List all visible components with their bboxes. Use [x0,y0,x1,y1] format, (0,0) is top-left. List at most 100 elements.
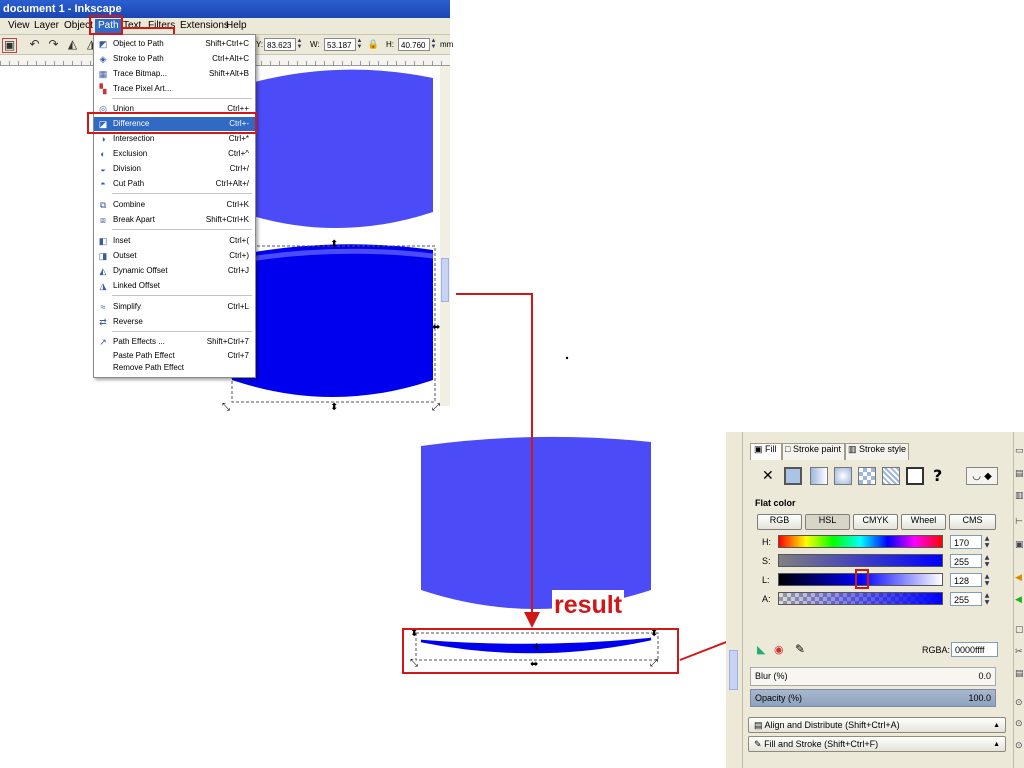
flat-color-icon[interactable] [784,467,802,485]
tab-fill-label: Fill [765,444,777,454]
alpha-value[interactable]: 255 [950,592,982,606]
zoom-drawing-icon[interactable]: ⊙ [1015,718,1024,730]
menu-item-cut-path[interactable]: ◓ Cut Path Ctrl+Alt+/ [94,177,255,191]
import-icon[interactable]: ⊢ [1015,516,1024,528]
unknown-paint-icon[interactable]: ? [933,466,942,485]
no-paint-icon[interactable]: ✕ [762,468,774,484]
menu-item-inset[interactable]: ◧ Inset Ctrl+( [94,234,255,248]
menu-item-dynamic-offset[interactable]: ◭ Dynamic Offset Ctrl+J [94,264,255,278]
object-to-path-icon: ◩ [98,39,108,49]
rgba-field[interactable]: 0000ffff [951,642,998,657]
menu-item-trace-pixel-art[interactable]: ▚ Trace Pixel Art... [94,82,255,96]
blur-slider[interactable]: Blur (%) 0.0 [750,667,996,686]
mode-wheel-button[interactable]: Wheel [901,514,946,530]
zoom-selection-icon[interactable]: ⊙ [1015,697,1024,709]
color-picker-icon[interactable]: ✎ [795,642,805,656]
stroke-paint-tab-icon: □ [785,444,791,454]
radial-gradient-icon[interactable] [834,467,852,485]
expand-icon: ▲ [993,722,1000,729]
menu-item-shortcut: Ctrl+Alt+C [212,54,249,63]
menu-item-break-apart[interactable]: ⧈ Break Apart Shift+Ctrl+K [94,213,255,227]
tab-stroke-style-label: Stroke style [859,444,907,454]
linear-gradient-icon[interactable] [810,467,828,485]
outset-icon: ◨ [98,251,108,261]
sel-handle-bottom[interactable]: ⬍ [330,402,338,413]
menu-item-linked-offset[interactable]: ◮ Linked Offset [94,279,255,293]
reverse-icon: ⇄ [99,317,107,327]
dynamic-offset-icon: ◭ [99,266,107,276]
menu-item-simplify[interactable]: ≈ Simplify Ctrl+L [94,300,255,314]
menu-item-shortcut: Ctrl+* [228,134,249,143]
menu-item-exclusion[interactable]: ◐ Exclusion Ctrl+^ [94,147,255,161]
tab-fill[interactable]: ▣ Fill [750,443,782,460]
opacity-slider[interactable]: Opacity (%) 100.0 [750,689,996,707]
menu-item-shortcut: Shift+Ctrl+7 [206,337,249,346]
hue-value[interactable]: 170 [950,535,982,549]
pattern-icon[interactable] [858,467,876,485]
lightness-value[interactable]: 128 [950,573,982,587]
menu-item-shortcut: Shift+Alt+B [208,69,249,78]
menu-item-intersection[interactable]: ◑ Intersection Ctrl+* [94,132,255,146]
opacity-value: 100.0 [968,693,991,703]
dock-scroll-thumb[interactable] [729,650,738,690]
inset-icon: ◧ [98,236,108,246]
sel-handle-bottom-left[interactable]: ⤡ [222,402,230,413]
sel-handle-top[interactable]: ⬍ [330,239,338,250]
mode-cmyk-button[interactable]: CMYK [853,514,898,530]
flat-color-label: Flat color [755,498,796,508]
cut-icon[interactable]: ✂ [1015,646,1024,658]
out-of-gamut-icon: ◉ [774,643,784,656]
menu-item-division[interactable]: ◒ Division Ctrl+/ [94,162,255,176]
lightness-spinner[interactable]: ▲ ▼ [983,573,991,587]
hue-spinner[interactable]: ▲ ▼ [983,535,991,549]
menu-separator [112,229,252,230]
highlight-lightness-handle [855,569,869,589]
redo-icon[interactable]: ◀ [1015,594,1024,606]
mode-cms-button[interactable]: CMS [949,514,996,530]
mode-hsl-button[interactable]: HSL [805,514,850,530]
menu-item-combine[interactable]: ⧉ Combine Ctrl+K [94,198,255,212]
menu-item-path-effects[interactable]: ↗ Path Effects ... Shift+Ctrl+7 [94,335,255,349]
dock-align-distribute[interactable]: ▤ Align and Distribute (Shift+Ctrl+A) ▲ [748,717,1006,733]
swatch-icon[interactable] [882,467,900,485]
alpha-slider[interactable] [778,592,943,605]
menu-item-stroke-to-path[interactable]: ◈ Stroke to Path Ctrl+Alt+C [94,52,255,66]
paste-icon[interactable]: ▤ [1015,668,1024,680]
open-icon[interactable]: ▤ [1015,468,1024,480]
menu-item-label: Outset [113,251,137,260]
saturation-slider[interactable] [778,554,943,567]
tab-stroke-paint[interactable]: □ Stroke paint [782,443,845,460]
break-apart-icon: ⧈ [100,215,106,225]
blur-label: Blur (%) [755,671,788,681]
copy-icon[interactable]: ▢ [1015,624,1024,636]
menu-item-label: Break Apart [113,215,155,224]
menu-item-label: Trace Pixel Art... [113,84,172,93]
alpha-label: A: [762,594,771,604]
print-icon[interactable]: ▥ [1015,490,1024,502]
menu-item-label: Exclusion [113,149,148,158]
tab-stroke-style[interactable]: ▥ Stroke style [845,443,909,460]
hue-slider[interactable] [778,535,943,548]
blur-value: 0.0 [978,671,991,681]
export-icon[interactable]: ▣ [1015,539,1024,551]
saturation-spinner[interactable]: ▲ ▼ [983,554,991,568]
menu-item-outset[interactable]: ◨ Outset Ctrl+) [94,249,255,263]
mode-rgb-button[interactable]: RGB [757,514,802,530]
zoom-page-icon[interactable]: ⊙ [1015,740,1024,752]
undo-icon[interactable]: ◀ [1015,572,1024,584]
dock-fill-stroke[interactable]: ✎ Fill and Stroke (Shift+Ctrl+F) ▲ [748,736,1006,752]
sel-handle-right[interactable]: ⬌ [432,322,440,333]
saturation-value[interactable]: 255 [950,554,982,568]
unset-paint-icon[interactable] [906,467,924,485]
alpha-spinner[interactable]: ▲ ▼ [983,592,991,606]
menu-item-remove-path-effect[interactable]: Remove Path Effect [94,361,255,375]
menu-item-object-to-path[interactable]: ◩ Object to Path Shift+Ctrl+C [94,37,255,51]
menu-item-trace-bitmap[interactable]: ▦ Trace Bitmap... Shift+Alt+B [94,67,255,81]
menu-item-shortcut: Shift+Ctrl+K [205,215,249,224]
menu-item-shortcut: Ctrl+/ [229,164,249,173]
result-label: result [552,590,625,620]
fill-rule-icon[interactable]: ◡ ◆ [966,467,998,485]
new-doc-icon[interactable]: ▭ [1015,445,1024,457]
sel-handle-bottom-right[interactable]: ⤢ [432,402,440,413]
menu-item-reverse[interactable]: ⇄ Reverse [94,315,255,329]
